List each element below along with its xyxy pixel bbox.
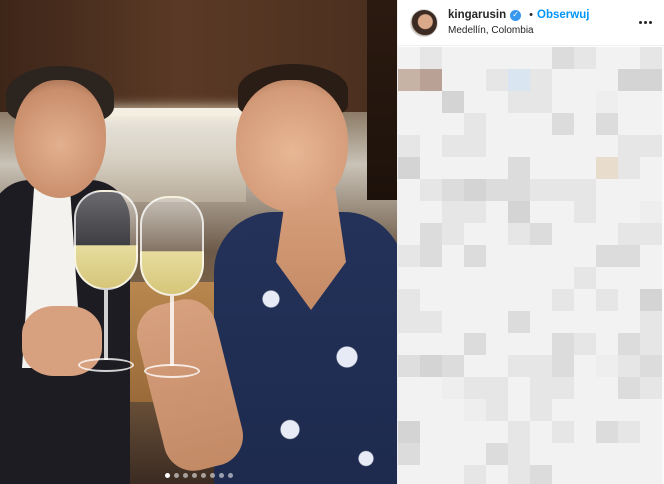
carousel-dot bbox=[164, 473, 170, 478]
woman-face bbox=[236, 80, 348, 212]
carousel-dot bbox=[200, 473, 206, 478]
header-top-line: kingarusin ✓ • Obserwuj bbox=[448, 9, 636, 21]
man-face bbox=[14, 80, 106, 198]
header-text: kingarusin ✓ • Obserwuj Medellín, Colomb… bbox=[448, 9, 636, 36]
pixelated-comments-area bbox=[398, 47, 664, 484]
follow-button[interactable]: Obserwuj bbox=[537, 9, 589, 21]
carousel-dot bbox=[209, 473, 215, 478]
carousel-dot bbox=[182, 473, 188, 478]
background-kitchen bbox=[96, 112, 246, 202]
wine-glass-right bbox=[140, 196, 204, 384]
instagram-post: kingarusin ✓ • Obserwuj Medellín, Colomb… bbox=[0, 0, 664, 484]
wine-glass-left bbox=[74, 190, 138, 378]
post-sidebar: kingarusin ✓ • Obserwuj Medellín, Colomb… bbox=[397, 0, 664, 484]
carousel-dot bbox=[191, 473, 197, 478]
verified-badge-icon: ✓ bbox=[510, 9, 522, 21]
separator-dot: • bbox=[529, 9, 534, 21]
carousel-indicator bbox=[0, 473, 397, 478]
more-options-icon[interactable] bbox=[636, 14, 654, 32]
background-window bbox=[367, 0, 397, 200]
post-header: kingarusin ✓ • Obserwuj Medellín, Colomb… bbox=[398, 0, 664, 46]
post-photo[interactable] bbox=[0, 0, 397, 484]
carousel-dot bbox=[218, 473, 224, 478]
username[interactable]: kingarusin bbox=[448, 9, 506, 21]
background-lamp bbox=[100, 108, 260, 116]
avatar[interactable] bbox=[410, 8, 438, 37]
carousel-dot bbox=[227, 473, 233, 478]
carousel-dot bbox=[173, 473, 179, 478]
location-link[interactable]: Medellín, Colombia bbox=[448, 25, 636, 36]
